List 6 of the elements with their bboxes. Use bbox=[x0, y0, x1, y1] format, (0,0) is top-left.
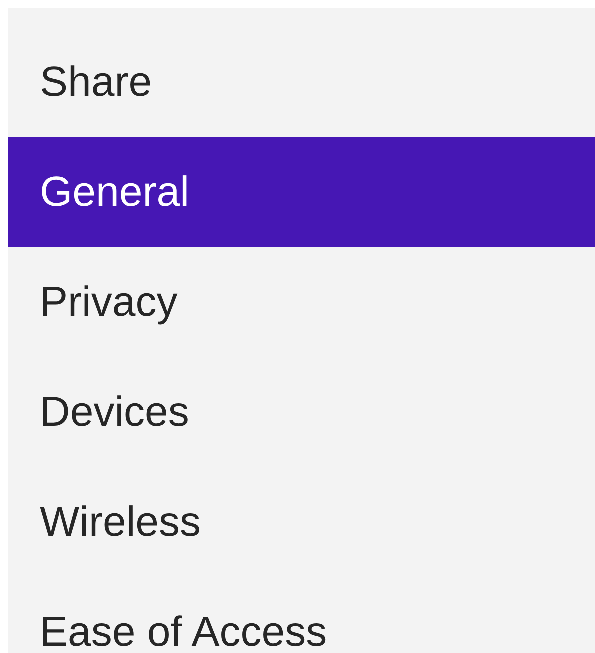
settings-menu-item[interactable]: Devices bbox=[8, 357, 595, 467]
settings-menu-item[interactable]: General bbox=[8, 137, 595, 247]
settings-menu-item[interactable]: Wireless bbox=[8, 467, 595, 577]
settings-menu-item[interactable]: Share bbox=[8, 27, 595, 137]
settings-menu-item[interactable]: Privacy bbox=[8, 247, 595, 357]
settings-menu-item[interactable]: Ease of Access bbox=[8, 577, 595, 653]
